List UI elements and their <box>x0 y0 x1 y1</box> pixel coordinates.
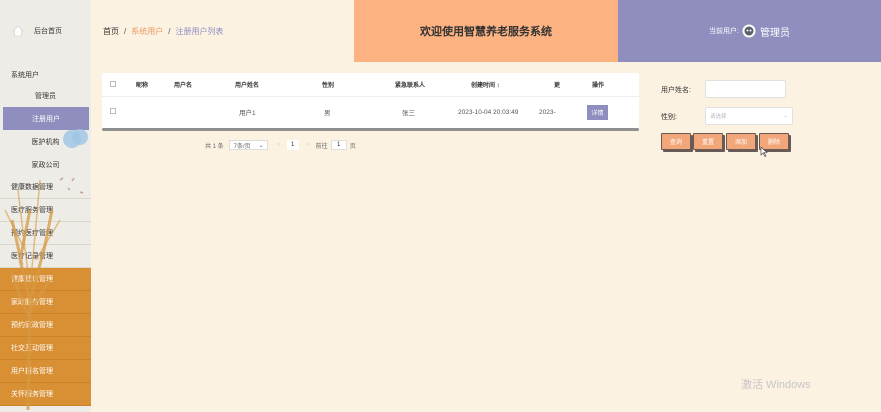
users-table: 昵称 用户名 用户姓名 性别 紧急联系人 创建时间 ↕ 更 操作 用户1 男 张… <box>102 73 639 128</box>
table-header: 昵称 用户名 用户姓名 性别 紧急联系人 创建时间 ↕ 更 操作 <box>102 73 639 97</box>
home-icon <box>12 25 24 37</box>
cell-gender: 男 <box>324 110 331 117</box>
sidebar-item-health-data[interactable]: 健康数据管理 <box>0 176 91 199</box>
table-horizontal-scrollbar[interactable] <box>102 128 639 131</box>
username-label: 用户姓名: <box>661 87 691 94</box>
breadcrumb-separator: / <box>168 26 171 36</box>
sidebar-item-health-advice[interactable]: 健康建议管理 <box>0 268 91 291</box>
pagination-total: 共 1 条 <box>205 143 224 150</box>
welcome-banner: 欢迎使用智慧养老服务系统 <box>354 0 618 62</box>
column-actions: 操作 <box>592 83 605 89</box>
current-user-name: 管理员 <box>759 27 790 39</box>
gender-placeholder: 请选择 <box>710 114 727 120</box>
next-page-button[interactable]: › <box>302 140 314 150</box>
reset-button[interactable]: 重置 <box>693 133 723 150</box>
header: 首页 / 系统用户 / 注册用户列表 欢迎使用智慧养老服务系统 当前用户: 管理… <box>91 0 881 62</box>
page-size-select[interactable]: 7条/页 ⌄ <box>228 140 268 150</box>
column-realname: 用户姓名 <box>235 83 260 89</box>
breadcrumb-separator: / <box>124 26 127 36</box>
column-gender: 性别 <box>322 83 335 89</box>
sidebar-item-housekeeping-service[interactable]: 家政服务管理 <box>0 291 91 314</box>
add-button[interactable]: 添加 <box>726 133 756 150</box>
column-username: 用户名 <box>174 83 193 89</box>
page-suffix: 页 <box>349 143 356 150</box>
sidebar-item-housekeeping-appointment[interactable]: 预约家政管理 <box>0 314 91 337</box>
sidebar-item-care-service[interactable]: 关怀服务管理 <box>0 383 91 406</box>
column-updated-time: 更 <box>554 83 561 89</box>
cell-updated-time: 2023- <box>539 108 556 116</box>
sidebar: 后台首页 系统用户 管理员 注册用户 医护机构 家政公司 健康数据管理 医疗服务… <box>0 0 91 412</box>
pagination: 共 1 条 7条/页 ⌄ ‹ 1 › 前往 1 页 <box>205 140 356 150</box>
current-page-number[interactable]: 1 <box>286 140 299 150</box>
column-emergency-contact: 紧急联系人 <box>395 83 426 89</box>
sidebar-item-user-signup[interactable]: 用户报名管理 <box>0 360 91 383</box>
sidebar-item-admin[interactable]: 管理员 <box>0 84 91 107</box>
sidebar-item-social-interaction[interactable]: 社交互动管理 <box>0 337 91 360</box>
breadcrumb: 首页 / 系统用户 / 注册用户列表 <box>91 0 354 62</box>
current-user-label: 当前用户: <box>709 28 739 35</box>
sidebar-item-medical-records[interactable]: 医疗记录管理 <box>0 245 91 268</box>
detail-button[interactable]: 详情 <box>587 104 608 120</box>
goto-label: 前往 <box>315 143 328 150</box>
row-checkbox[interactable] <box>110 108 116 116</box>
goto-page-input[interactable]: 1 <box>330 140 347 150</box>
username-input[interactable] <box>705 80 786 98</box>
chevron-down-icon: ⌄ <box>783 113 788 119</box>
sidebar-item-medical-appointment[interactable]: 预约医疗管理 <box>0 222 91 245</box>
cell-created-time: 2023-10-04 20:03:49 <box>458 108 519 116</box>
sidebar-item-medical-service[interactable]: 医疗服务管理 <box>0 199 91 222</box>
sidebar-item-housekeeping-companies[interactable]: 家政公司 <box>0 153 91 176</box>
cell-emergency-contact: 张三 <box>402 110 415 117</box>
sidebar-group-system-users[interactable]: 系统用户 <box>0 62 91 84</box>
select-all-checkbox[interactable] <box>110 80 116 89</box>
gender-select[interactable]: 请选择 ⌄ <box>705 107 793 125</box>
breadcrumb-current: 注册用户列表 <box>175 26 224 36</box>
table-row: 用户1 男 张三 2023-10-04 20:03:49 2023- 详情 <box>102 100 639 124</box>
cloud-decoration <box>63 129 88 148</box>
cell-realname: 用户1 <box>239 110 256 117</box>
chevron-down-icon: ⌄ <box>258 142 264 149</box>
current-user-box[interactable]: 当前用户: 管理员 <box>618 0 881 62</box>
breadcrumb-home[interactable]: 首页 <box>103 26 119 37</box>
query-button[interactable]: 查询 <box>661 133 691 150</box>
gender-label: 性别: <box>661 114 677 121</box>
page-size-value: 7条/页 <box>233 143 251 150</box>
sidebar-home-label: 后台首页 <box>34 28 62 35</box>
breadcrumb-system-users[interactable]: 系统用户 <box>131 26 163 37</box>
windows-activation-watermark: 激活 Windows <box>741 379 811 391</box>
mouse-cursor-icon <box>760 147 768 157</box>
prev-page-button[interactable]: ‹ <box>273 140 285 150</box>
column-created-time[interactable]: 创建时间 ↕ <box>471 80 500 89</box>
detail-button-label: 详情 <box>587 104 608 120</box>
sidebar-home[interactable]: 后台首页 <box>0 0 91 62</box>
column-nickname: 昵称 <box>136 83 149 89</box>
user-avatar-icon <box>742 24 756 38</box>
